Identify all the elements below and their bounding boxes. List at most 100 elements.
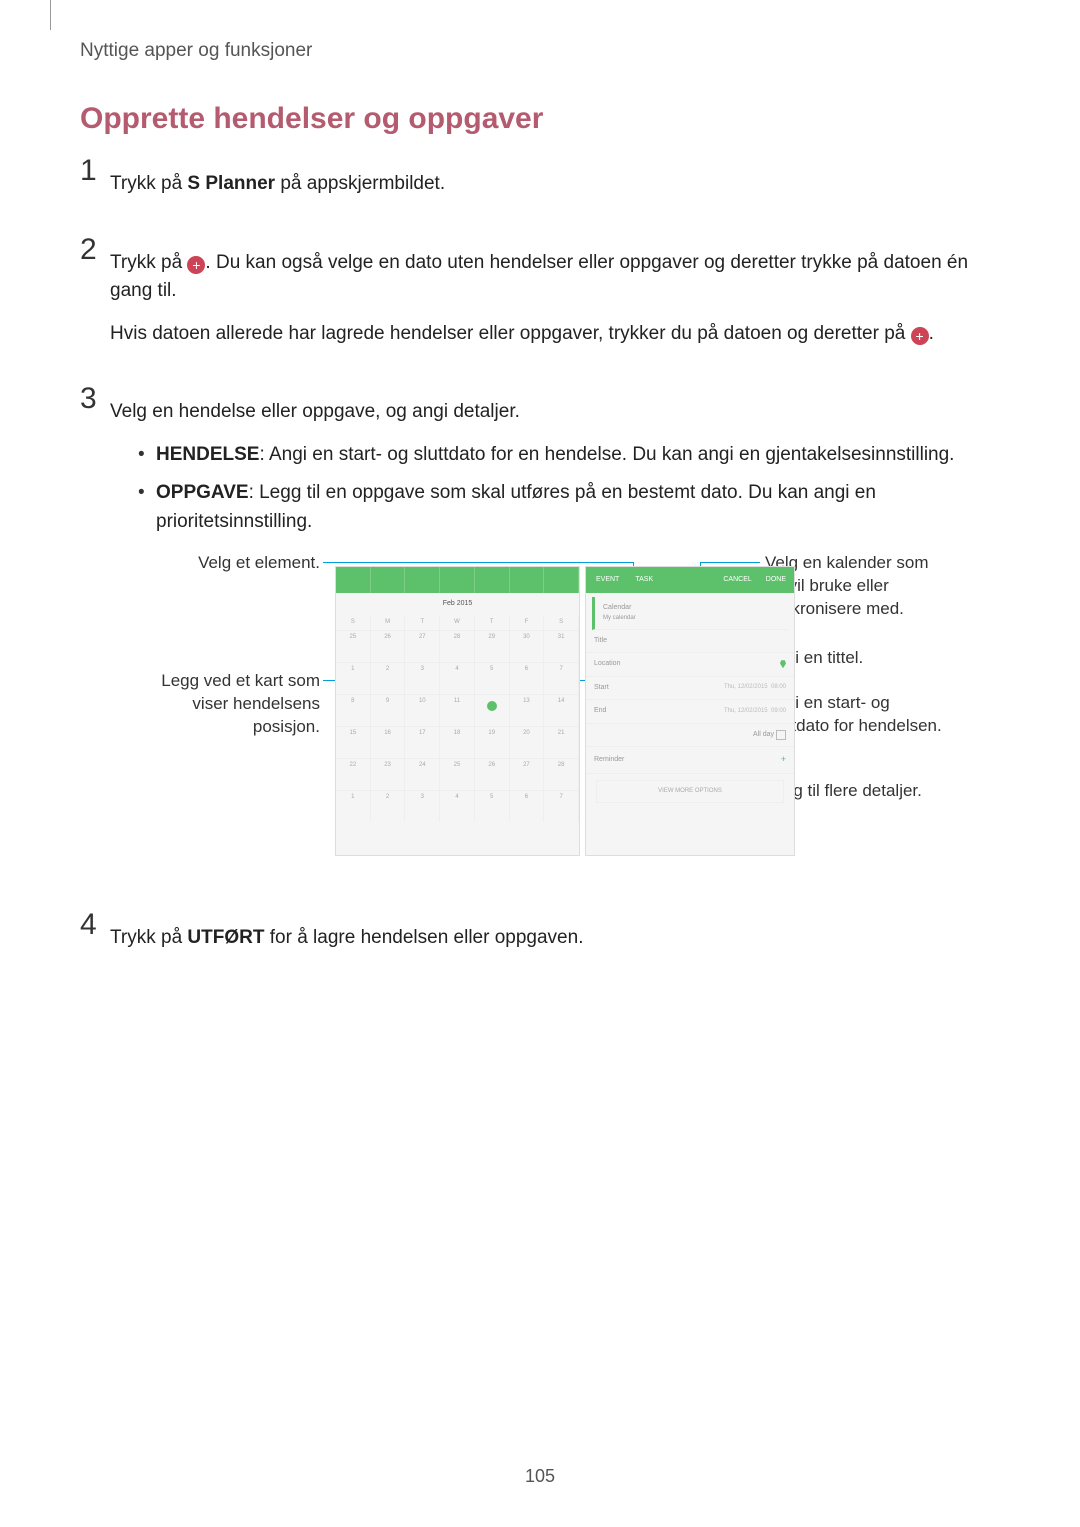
calendar-tab	[371, 567, 406, 593]
field-start-time: 08:00	[771, 684, 786, 690]
view-more-options: VIEW MORE OPTIONS	[596, 780, 784, 803]
step-number-3: 3	[80, 384, 110, 888]
calendar-cell: 26	[475, 758, 510, 790]
checkbox-icon	[776, 730, 786, 740]
calendar-cell: 4	[440, 662, 475, 694]
field-allday-label: All day	[753, 730, 774, 741]
calendar-day-header: M	[371, 616, 406, 630]
calendar-cell: 2	[371, 662, 406, 694]
calendar-tab	[440, 567, 475, 593]
margin-rule	[50, 0, 51, 30]
calendar-cell: 13	[510, 694, 545, 726]
step2-p2-post: .	[929, 323, 934, 344]
step1-post: på appskjermbildet.	[275, 173, 445, 194]
field-title-label: Title	[594, 636, 607, 647]
field-start-label: Start	[594, 683, 609, 694]
field-location-label: Location	[594, 659, 620, 670]
calendar-cell: 23	[371, 758, 406, 790]
calendar-cell: 14	[544, 694, 579, 726]
step4-pre: Trykk på	[110, 927, 187, 948]
calendar-cell: 26	[371, 630, 406, 662]
calendar-day-header: T	[405, 616, 440, 630]
plus-icon: +	[781, 753, 786, 767]
step-body-4: Trykk på UTFØRT for å lagre hendelsen el…	[110, 910, 1000, 967]
field-calendar-value: My calendar	[603, 614, 636, 623]
calendar-cell: 25	[336, 630, 371, 662]
calendar-cell: 22	[336, 758, 371, 790]
field-end: End Thu, 12/02/2015 09:00	[586, 700, 794, 724]
calendar-cell: 5	[475, 790, 510, 822]
calendar-cell: 19	[475, 726, 510, 758]
calendar-header	[336, 567, 579, 593]
today-marker	[487, 701, 497, 711]
calendar-day-header: W	[440, 616, 475, 630]
field-end-time: 09:00	[771, 708, 786, 714]
calendar-day-header: T	[475, 616, 510, 630]
page-number: 105	[0, 1466, 1080, 1487]
step2-p2-pre: Hvis datoen allerede har lagrede hendels…	[110, 323, 911, 344]
calendar-cell: 1	[336, 790, 371, 822]
field-title: Title	[586, 630, 794, 654]
field-reminder: Reminder +	[586, 747, 794, 774]
page-heading: Opprette hendelser og oppgaver	[80, 102, 1000, 136]
field-end-label: End	[594, 706, 606, 717]
cancel-label: CANCEL	[719, 573, 755, 588]
calendar-cell: 7	[544, 790, 579, 822]
calendar-tab	[475, 567, 510, 593]
calendar-grid: SMTWTFS252627282930311234567891011131415…	[336, 616, 579, 822]
leader-line	[323, 562, 633, 563]
step4-bold: UTFØRT	[187, 927, 264, 948]
step-body-2: Trykk på +. Du kan også velge en dato ut…	[110, 235, 1000, 363]
plus-icon: +	[187, 256, 205, 274]
calendar-cell: 17	[405, 726, 440, 758]
calendar-cell: 3	[405, 790, 440, 822]
calendar-tab	[544, 567, 579, 593]
calendar-tab	[336, 567, 371, 593]
bullet-oppgave: OPPGAVE: Legg til en oppgave som skal ut…	[134, 479, 1000, 536]
bullet-hendelse-bold: HENDELSE	[156, 444, 259, 465]
diagram: Velg et element. Legg ved et kart som vi…	[145, 552, 965, 872]
leader-line	[700, 562, 760, 563]
bullet-oppgave-text: : Legg til en oppgave som skal utføres p…	[156, 482, 876, 532]
calendar-cell: 8	[336, 694, 371, 726]
screenshot-calendar: Feb 2015 SMTWTFS252627282930311234567891…	[335, 566, 580, 856]
section-header: Nyttige apper og funksjoner	[80, 40, 1000, 62]
done-label: DONE	[762, 573, 790, 588]
step1-bold: S Planner	[187, 173, 275, 194]
field-location: Location	[586, 653, 794, 677]
plus-icon: +	[911, 327, 929, 345]
calendar-cell: 2	[371, 790, 406, 822]
field-allday: All day	[586, 724, 794, 748]
step1-pre: Trykk på	[110, 173, 187, 194]
step4-post: for å lagre hendelsen eller oppgaven.	[264, 927, 583, 948]
calendar-cell: 1	[336, 662, 371, 694]
bullet-hendelse: HENDELSE: Angi en start- og sluttdato fo…	[134, 441, 1000, 470]
calendar-tab	[510, 567, 545, 593]
field-reminder-label: Reminder	[594, 755, 624, 766]
calendar-cell	[475, 694, 510, 726]
calendar-cell: 29	[475, 630, 510, 662]
calendar-cell: 3	[405, 662, 440, 694]
field-start: Start Thu, 12/02/2015 08:00	[586, 677, 794, 701]
bullet-oppgave-bold: OPPGAVE	[156, 482, 249, 503]
calendar-day-header: S	[336, 616, 371, 630]
calendar-cell: 24	[405, 758, 440, 790]
calendar-cell: 25	[440, 758, 475, 790]
pin-icon	[780, 660, 786, 668]
calendar-cell: 9	[371, 694, 406, 726]
calendar-day-header: S	[544, 616, 579, 630]
task-tab: TASK	[631, 573, 657, 588]
step2-p1-pre: Trykk på	[110, 252, 187, 273]
calendar-cell: 6	[510, 662, 545, 694]
calendar-tab	[405, 567, 440, 593]
field-end-date: Thu, 12/02/2015	[724, 708, 768, 714]
screenshot-event-form: EVENT TASK CANCEL DONE Calendar My calen…	[585, 566, 795, 856]
calendar-cell: 28	[544, 758, 579, 790]
field-calendar-label: Calendar	[603, 603, 636, 614]
field-start-date: Thu, 12/02/2015	[724, 684, 768, 690]
calendar-cell: 20	[510, 726, 545, 758]
calendar-cell: 5	[475, 662, 510, 694]
step-number-4: 4	[80, 910, 110, 967]
callout-select-element: Velg et element.	[145, 552, 320, 575]
calendar-cell: 11	[440, 694, 475, 726]
